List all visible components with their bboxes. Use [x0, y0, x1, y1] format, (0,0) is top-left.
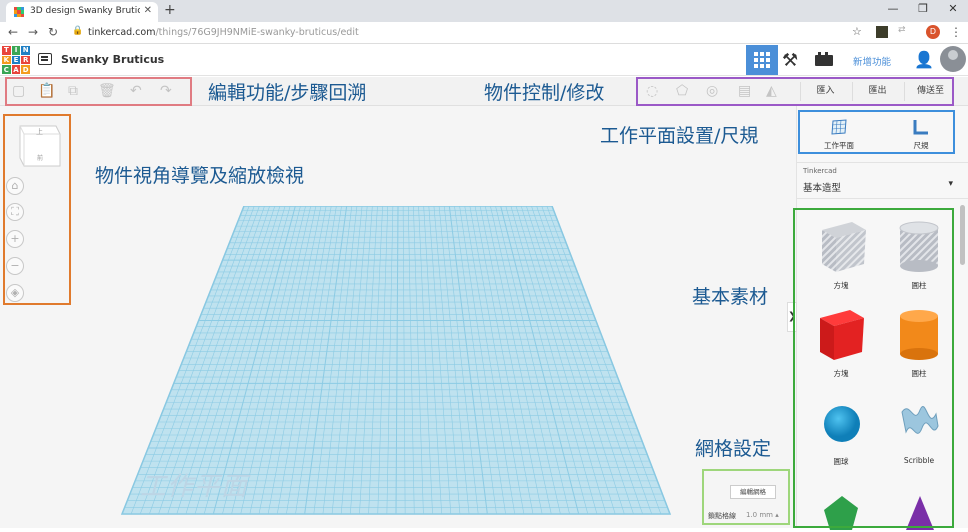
annotation-shapes: 基本素材: [692, 286, 769, 308]
tinkercad-logo[interactable]: T I N K E R C A D: [2, 46, 30, 74]
translate-icon[interactable]: ⇄: [898, 25, 906, 35]
annotation-workplane: 工作平面設置/尺規: [600, 125, 759, 147]
shapes-scrollbar[interactable]: [960, 205, 965, 265]
bookmark-star-icon[interactable]: ☆: [852, 25, 862, 38]
add-user-icon[interactable]: 👤: [914, 50, 934, 69]
annotation-grid: 網格設定: [695, 438, 772, 460]
close-tab-icon[interactable]: ✕: [144, 5, 152, 16]
browser-tab-bar: 3D design Swanky Bruticus | Tin ✕ + — ❐ …: [0, 0, 968, 22]
user-avatar[interactable]: [940, 46, 966, 72]
minimize-icon[interactable]: —: [878, 2, 908, 15]
annotation-box-object: [636, 77, 954, 106]
tinkercad-favicon: [14, 7, 24, 17]
annotation-box-edit: [5, 77, 192, 106]
tinkercad-header: T I N K E R C A D Swanky Bruticus ⚒ 新增功能…: [0, 44, 968, 76]
annotation-box-shapes: [793, 208, 954, 528]
workplane-watermark: 工作平面: [140, 472, 249, 502]
grid-view-icon: [754, 52, 770, 68]
category-select[interactable]: 基本造型 ▾: [803, 179, 953, 194]
category-select-value: 基本造型: [803, 183, 842, 194]
url-path: /things/76G9JH9NMiE-swanky-bruticus/edit: [155, 27, 359, 38]
url-host: tinkercad.com: [88, 27, 156, 38]
restore-icon[interactable]: ❐: [908, 2, 938, 15]
annotation-edit: 編輯功能/步驟回溯: [208, 82, 367, 104]
browser-tab[interactable]: 3D design Swanky Bruticus | Tin ✕: [6, 2, 158, 22]
close-window-icon[interactable]: ✕: [938, 2, 968, 15]
url-field[interactable]: 🔒 tinkercad.com/things/76G9JH9NMiE-swank…: [72, 25, 872, 41]
design-title[interactable]: Swanky Bruticus: [61, 53, 164, 66]
reload-icon[interactable]: ↻: [48, 25, 58, 39]
new-tab-icon[interactable]: +: [164, 2, 176, 18]
extension-icon[interactable]: [876, 26, 888, 38]
browser-address-bar: ← → ↻ 🔒 tinkercad.com/things/76G9JH9NMiE…: [0, 22, 968, 44]
annotation-box-grid: [702, 469, 790, 525]
tab-title: 3D design Swanky Bruticus | Tin: [30, 6, 140, 16]
browser-menu-icon[interactable]: ⋮: [950, 25, 962, 39]
annotation-box-view: [3, 114, 71, 305]
bricks-icon[interactable]: [815, 52, 833, 66]
annotation-box-workplane: [798, 110, 955, 154]
new-feature-link[interactable]: 新增功能: [853, 54, 891, 68]
lock-icon: 🔒: [72, 26, 84, 36]
back-icon[interactable]: ←: [8, 25, 18, 39]
profile-avatar[interactable]: D: [926, 25, 940, 39]
design-menu-icon[interactable]: [38, 53, 52, 65]
forward-icon[interactable]: →: [28, 25, 38, 39]
pickaxe-icon[interactable]: ⚒: [782, 50, 798, 71]
dropdown-arrow-icon: ▾: [948, 179, 953, 189]
annotation-object: 物件控制/修改: [484, 82, 605, 104]
category-header: Tinkercad: [803, 167, 837, 175]
3d-design-view-button[interactable]: [746, 45, 778, 75]
annotation-view: 物件視角導覽及縮放檢視: [95, 165, 305, 187]
